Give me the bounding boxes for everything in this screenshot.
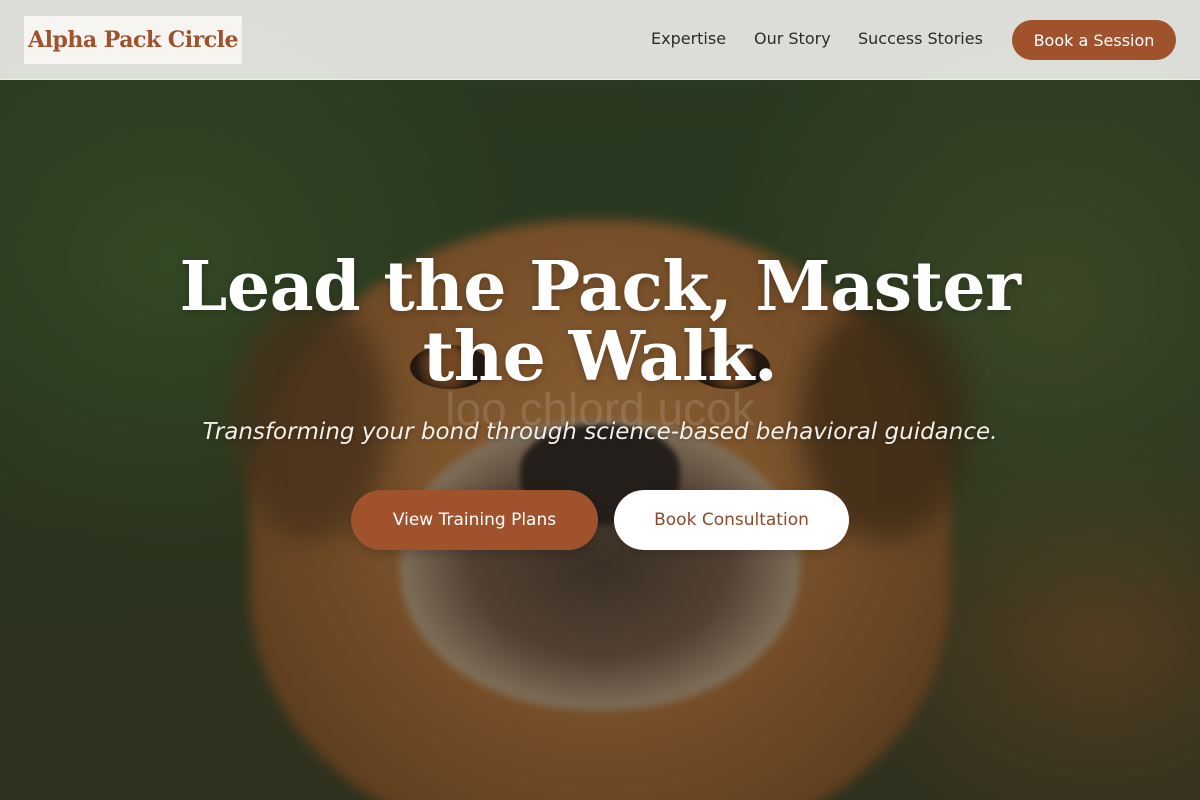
nav-link-expertise[interactable]: Expertise [651, 29, 726, 48]
book-session-button[interactable]: Book a Session [1012, 20, 1176, 60]
nav-link-our-story[interactable]: Our Story [754, 29, 831, 48]
site-header: Alpha Pack Circle Expertise Our Story Su… [0, 0, 1200, 80]
hero-background-photo: loo chlord ucok [0, 0, 1200, 800]
nav-link-success-stories[interactable]: Success Stories [858, 29, 983, 48]
site-logo[interactable]: Alpha Pack Circle [24, 16, 242, 64]
book-consultation-button[interactable]: Book Consultation [614, 490, 849, 550]
hero-subtitle: Transforming your bond through science-b… [202, 419, 998, 445]
view-training-plans-button[interactable]: View Training Plans [351, 490, 598, 550]
hero-title: Lead the Pack, Master the Walk. [179, 247, 1022, 397]
